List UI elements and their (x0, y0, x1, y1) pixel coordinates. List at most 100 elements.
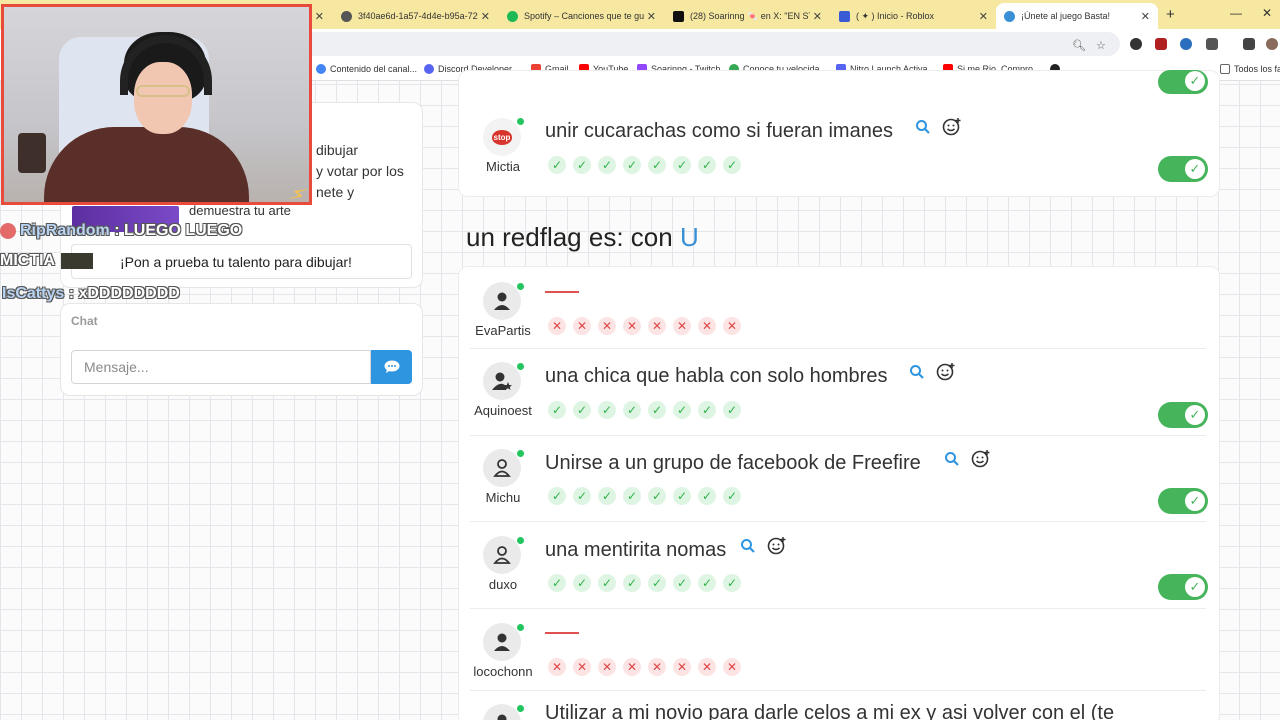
divider (470, 608, 1206, 609)
check-icon[interactable]: ✓ (698, 401, 716, 419)
check-icon[interactable]: ✓ (723, 487, 741, 505)
x-icon[interactable]: ✕ (648, 317, 666, 335)
bookmark-label: Contenido del canal... (330, 64, 418, 74)
check-icon[interactable]: ✓ (723, 574, 741, 592)
x-icon[interactable]: ✕ (573, 658, 591, 676)
window-close-button[interactable]: ✕ (1262, 6, 1272, 20)
check-icon[interactable]: ✓ (723, 401, 741, 419)
close-icon[interactable]: ✕ (481, 10, 490, 23)
close-icon[interactable]: ✕ (315, 10, 324, 23)
check-icon[interactable]: ✓ (698, 156, 716, 174)
add-reaction-icon[interactable] (767, 536, 787, 561)
check-icon[interactable]: ✓ (698, 487, 716, 505)
check-icon[interactable]: ✓ (648, 156, 666, 174)
puzzle-icon[interactable] (1206, 38, 1218, 50)
close-icon[interactable]: ✕ (813, 10, 822, 23)
answer-text: una chica que habla con solo hombres (545, 365, 888, 387)
extension-icon[interactable] (1180, 38, 1192, 50)
chat-text: : LUEGO LUEGO (114, 222, 243, 239)
x-icon[interactable]: ✕ (623, 317, 641, 335)
check-icon[interactable]: ✓ (598, 574, 616, 592)
add-reaction-icon[interactable] (971, 449, 991, 474)
x-icon[interactable]: ✕ (548, 658, 566, 676)
check-icon[interactable]: ✓ (623, 487, 641, 505)
user-icon (494, 633, 510, 651)
tab-0[interactable]: ✕ (312, 3, 332, 29)
avatar: stop (483, 118, 521, 156)
accept-toggle[interactable]: ✓ (1158, 488, 1208, 514)
send-button[interactable] (371, 350, 412, 384)
roblox-icon (839, 10, 850, 22)
close-icon[interactable]: ✕ (647, 10, 656, 23)
extension-icon[interactable] (1155, 38, 1167, 50)
x-icon[interactable]: ✕ (698, 658, 716, 676)
search-icon[interactable] (740, 538, 756, 559)
star-icon[interactable]: ☆ (1096, 39, 1106, 52)
all-bookmarks[interactable]: Todos los fa (1220, 64, 1280, 74)
search-icon[interactable] (944, 451, 960, 472)
check-icon[interactable]: ✓ (548, 401, 566, 419)
url-input[interactable]: 🔍︎ ☆ (300, 32, 1120, 56)
tab-4[interactable]: ( ✦ ) Inicio - Roblox ✕ (831, 3, 996, 29)
check-icon: ✓ (1185, 491, 1205, 511)
x-icon[interactable]: ✕ (648, 658, 666, 676)
check-icon[interactable]: ✓ (648, 574, 666, 592)
bookmark-item[interactable]: Contenido del canal... (316, 64, 417, 74)
x-icon[interactable]: ✕ (673, 658, 691, 676)
zoom-icon[interactable]: 🔍︎ (1072, 39, 1086, 52)
check-icon[interactable]: ✓ (548, 156, 566, 174)
minimize-button[interactable]: — (1230, 6, 1242, 20)
check-icon[interactable]: ✓ (698, 574, 716, 592)
avatar[interactable] (1266, 38, 1278, 50)
check-icon[interactable]: ✓ (573, 487, 591, 505)
extension-icon[interactable] (1130, 38, 1142, 50)
x-icon[interactable]: ✕ (598, 317, 616, 335)
check-icon[interactable]: ✓ (673, 487, 691, 505)
check-icon[interactable]: ✓ (723, 156, 741, 174)
close-icon[interactable]: ✕ (1141, 10, 1150, 23)
x-icon[interactable]: ✕ (623, 658, 641, 676)
x-icon[interactable]: ✕ (698, 317, 716, 335)
tab-1[interactable]: 3f40ae6d-1a57-4d4e-b95a-72f ✕ (333, 3, 498, 29)
check-icon[interactable]: ✓ (598, 156, 616, 174)
check-icon[interactable]: ✓ (598, 401, 616, 419)
x-icon[interactable]: ✕ (723, 658, 741, 676)
tab-active[interactable]: ¡Únete al juego Basta! ✕ (996, 3, 1158, 29)
x-icon[interactable]: ✕ (598, 658, 616, 676)
accept-toggle[interactable]: ✓ (1158, 156, 1208, 182)
tab-2[interactable]: Spotify – Canciones que te gust ✕ (499, 3, 664, 29)
x-icon[interactable]: ✕ (723, 317, 741, 335)
add-reaction-icon[interactable] (936, 362, 956, 387)
search-icon[interactable] (909, 364, 925, 385)
check-icon[interactable]: ✓ (648, 401, 666, 419)
user-outline-icon (493, 459, 511, 477)
check-icon[interactable]: ✓ (548, 487, 566, 505)
x-icon[interactable]: ✕ (548, 317, 566, 335)
accept-toggle[interactable]: ✓ (1158, 70, 1208, 94)
add-reaction-icon[interactable] (942, 117, 962, 142)
check-icon[interactable]: ✓ (673, 156, 691, 174)
check-icon[interactable]: ✓ (623, 156, 641, 174)
check-icon[interactable]: ✓ (573, 156, 591, 174)
message-input[interactable] (71, 350, 371, 384)
check-icon[interactable]: ✓ (598, 487, 616, 505)
new-tab-button[interactable]: + (1166, 6, 1175, 23)
check-icon[interactable]: ✓ (573, 401, 591, 419)
search-icon[interactable] (915, 119, 931, 140)
check-icon[interactable]: ✓ (673, 574, 691, 592)
tab-3[interactable]: (28) Soarinng 🍬 en X: "EN STR ✕ (665, 3, 830, 29)
check-icon[interactable]: ✓ (648, 487, 666, 505)
check-icon[interactable]: ✓ (623, 574, 641, 592)
check-icon[interactable]: ✓ (623, 401, 641, 419)
check-icon[interactable]: ✓ (573, 574, 591, 592)
x-icon[interactable]: ✕ (673, 317, 691, 335)
x-icon[interactable]: ✕ (573, 317, 591, 335)
close-icon[interactable]: ✕ (979, 10, 988, 23)
check-icon[interactable]: ✓ (548, 574, 566, 592)
menu-icon[interactable] (1243, 38, 1255, 50)
accept-toggle[interactable]: ✓ (1158, 402, 1208, 428)
accept-toggle[interactable]: ✓ (1158, 574, 1208, 600)
globe-icon (341, 10, 352, 22)
player-name: Aquinoest (474, 403, 532, 418)
check-icon[interactable]: ✓ (673, 401, 691, 419)
